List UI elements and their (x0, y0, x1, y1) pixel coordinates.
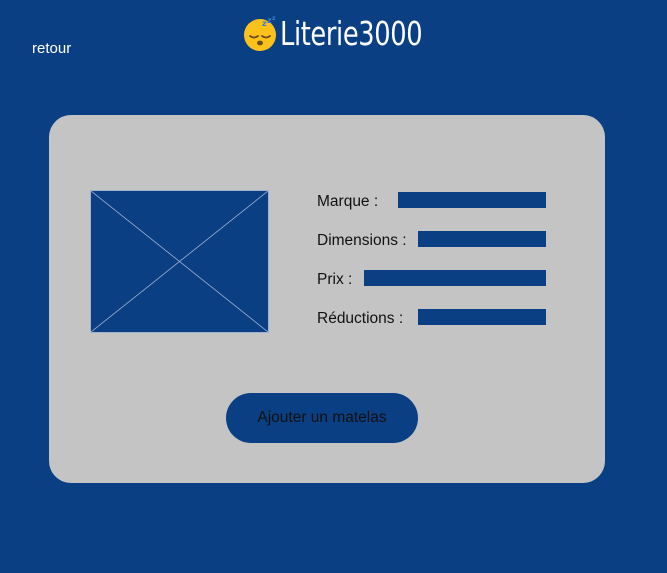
discounts-label: Réductions : (317, 310, 404, 327)
product-form-card: Marque : Dimensions : Prix : Réductions … (49, 115, 605, 483)
brand-input[interactable] (398, 192, 546, 208)
brand-logo: z z z Literie3000 (242, 14, 462, 54)
add-mattress-button[interactable]: Ajouter un matelas (226, 393, 418, 443)
svg-text:z: z (272, 16, 276, 22)
brand-name: Literie3000 (280, 14, 423, 53)
price-label: Prix : (317, 271, 353, 288)
price-input[interactable] (364, 270, 546, 286)
discounts-input[interactable] (418, 309, 546, 325)
dimensions-input[interactable] (418, 231, 546, 247)
image-placeholder[interactable] (90, 190, 269, 333)
brand-label: Marque : (317, 193, 379, 210)
dimensions-label: Dimensions : (317, 232, 407, 249)
sleeping-face-emoji-icon: z z z (244, 16, 276, 51)
back-link[interactable]: retour (32, 40, 71, 57)
image-placeholder-icon (91, 191, 268, 332)
